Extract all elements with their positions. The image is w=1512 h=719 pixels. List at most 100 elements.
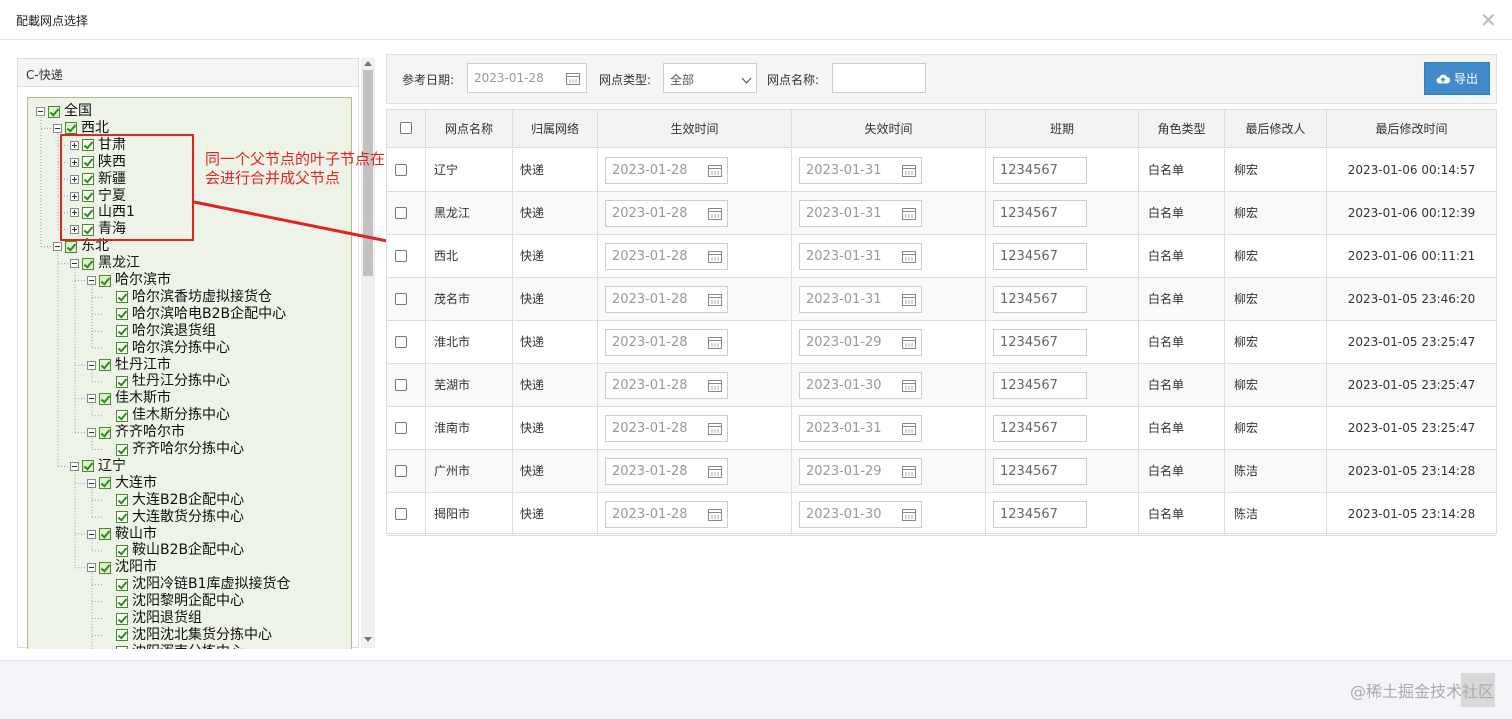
tree-node[interactable]: 沈阳浑南分拣中心 [116,644,244,649]
calendar-icon[interactable] [566,72,580,85]
table-row[interactable]: 揭阳市 快递 2023-01-28 2023-01-30 1234567 白名单 陈洁 202… [387,493,1496,536]
table-row[interactable]: 辽宁 快递 2023-01-28 2023-01-31 1234567 白名单 柳宏 2023… [387,149,1496,192]
row-checkbox[interactable] [395,465,407,477]
tree-node-checkbox[interactable] [116,646,128,649]
export-button[interactable]: 导出 [1424,62,1490,95]
tree-node[interactable]: 佳木斯分拣中心 [116,407,230,424]
collapse-icon[interactable] [87,563,96,573]
table-row[interactable]: 广州市 快递 2023-01-28 2023-01-29 1234567 白名单 陈洁 202… [387,450,1496,493]
tree-node-checkbox[interactable] [99,274,111,287]
calendar-icon[interactable] [708,293,722,306]
table-row[interactable]: 黑龙江 快递 2023-01-28 2023-01-31 1234567 白名单 柳宏 202… [387,192,1496,235]
name-input[interactable] [832,63,926,93]
end-date-input[interactable]: 2023-01-31 [799,157,922,184]
shift-input[interactable]: 1234567 [993,372,1087,399]
calendar-icon[interactable] [902,465,916,478]
shift-input[interactable]: 1234567 [993,415,1087,442]
header-name[interactable]: 网点名称 [426,110,513,148]
header-end[interactable]: 失效时间 [792,110,986,148]
tree-node-checkbox[interactable] [116,544,128,557]
calendar-icon[interactable] [902,422,916,435]
collapse-icon[interactable] [87,529,96,539]
calendar-icon[interactable] [902,379,916,392]
tree-node-checkbox[interactable] [116,308,128,321]
tree-node-checkbox[interactable] [65,240,77,253]
tree-node-checkbox[interactable] [116,375,128,388]
collapse-icon[interactable] [53,123,62,133]
tree-node[interactable]: 沈阳退货组 [116,610,202,627]
tree-node-checkbox[interactable] [116,511,128,524]
calendar-icon[interactable] [708,164,722,177]
header-modifier[interactable]: 最后修改人 [1225,110,1327,148]
calendar-icon[interactable] [902,207,916,220]
end-date-input[interactable]: 2023-01-30 [799,501,922,528]
ref-date-input[interactable]: 2023-01-28 [467,63,587,93]
tree-node[interactable]: 黑龙江 [70,255,140,272]
row-checkbox[interactable] [395,336,407,348]
tree-node-checkbox[interactable] [116,325,128,338]
end-date-input[interactable]: 2023-01-31 [799,286,922,313]
collapse-icon[interactable] [70,461,79,471]
tree-node-checkbox[interactable] [99,561,111,574]
tree-node-checkbox[interactable] [99,359,111,371]
calendar-icon[interactable] [902,164,916,177]
start-date-input[interactable]: 2023-01-28 [605,200,728,227]
tree-node[interactable]: 大连B2B企配中心 [116,492,244,509]
shift-input[interactable]: 1234567 [993,200,1087,227]
shift-input[interactable]: 1234567 [993,458,1087,485]
tree-node-checkbox[interactable] [99,528,111,540]
tree-node[interactable]: 辽宁 [70,458,126,475]
type-select[interactable]: 全部 [663,63,757,93]
calendar-icon[interactable] [902,250,916,263]
tree-node-checkbox[interactable] [82,460,94,473]
tree-node-checkbox[interactable] [116,612,128,625]
tree-node-checkbox[interactable] [99,477,111,490]
shift-input[interactable]: 1234567 [993,329,1087,356]
tree-node-checkbox[interactable] [65,122,77,135]
close-icon[interactable]: ✕ [1480,10,1497,30]
shift-input[interactable]: 1234567 [993,501,1087,528]
end-date-input[interactable]: 2023-01-31 [799,243,922,270]
calendar-icon[interactable] [708,379,722,392]
table-row[interactable]: 西北 快递 2023-01-28 2023-01-31 1234567 白名单 柳宏 2023… [387,235,1496,278]
tree-node-checkbox[interactable] [116,494,128,507]
shift-input[interactable]: 1234567 [993,157,1087,184]
tree-node[interactable]: 沈阳沈北集货分拣中心 [116,627,272,644]
header-role[interactable]: 角色类型 [1139,110,1225,148]
collapse-icon[interactable] [53,242,62,252]
calendar-icon[interactable] [708,207,722,220]
row-checkbox[interactable] [395,164,407,176]
tree-node-checkbox[interactable] [116,578,128,591]
start-date-input[interactable]: 2023-01-28 [605,372,728,399]
tree-node[interactable]: 鞍山市 [87,526,157,543]
tree-node[interactable]: 鞍山B2B企配中心 [116,542,244,559]
calendar-icon[interactable] [902,293,916,306]
tree-node-checkbox[interactable] [82,257,94,270]
tree-node-checkbox[interactable] [116,291,128,304]
tree-node[interactable]: 沈阳市 [87,559,157,576]
tree-node[interactable]: 哈尔滨香坊虚拟接货仓 [116,289,272,306]
start-date-input[interactable]: 2023-01-28 [605,286,728,313]
tree-node-checkbox[interactable] [116,409,128,422]
shift-input[interactable]: 1234567 [993,286,1087,313]
tree-node[interactable]: 牡丹江市 [87,357,171,374]
row-checkbox[interactable] [395,379,407,391]
tree-node-checkbox[interactable] [116,342,128,355]
tree-node-checkbox[interactable] [99,426,111,439]
header-start[interactable]: 生效时间 [598,110,792,148]
row-checkbox[interactable] [395,293,407,305]
header-mtime[interactable]: 最后修改时间 [1327,110,1496,148]
start-date-input[interactable]: 2023-01-28 [605,157,728,184]
tree-node[interactable]: 佳木斯市 [87,390,171,407]
collapse-icon[interactable] [87,478,96,488]
scroll-down-icon[interactable] [364,637,372,642]
collapse-icon[interactable] [87,394,96,404]
start-date-input[interactable]: 2023-01-28 [605,329,728,356]
select-all-checkbox[interactable] [400,122,412,134]
table-row[interactable]: 芜湖市 快递 2023-01-28 2023-01-30 1234567 白名单 柳宏 202… [387,364,1496,407]
calendar-icon[interactable] [708,465,722,478]
tree-node[interactable]: 牡丹江分拣中心 [116,373,230,390]
end-date-input[interactable]: 2023-01-30 [799,372,922,399]
tree-node[interactable]: 大连市 [87,475,157,492]
tree-node[interactable]: 哈尔滨市 [87,272,171,289]
